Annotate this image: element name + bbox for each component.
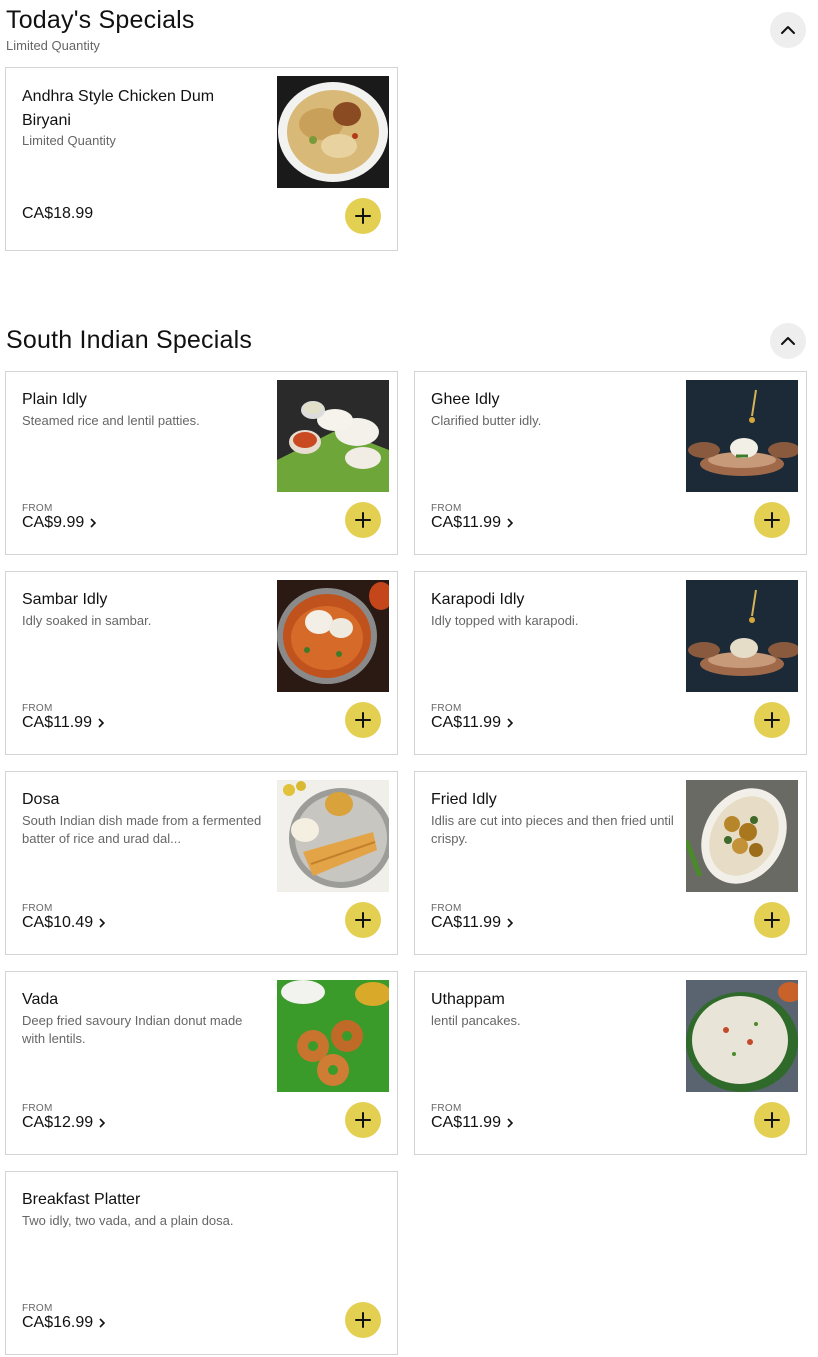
menu-item-card[interactable]: Breakfast Platter Two idly, two vada, an… xyxy=(5,1171,398,1355)
price-from-label: FROM xyxy=(431,1103,462,1114)
item-image xyxy=(277,780,389,892)
menu-item-card[interactable]: Fried Idly Idlis are cut into pieces and… xyxy=(414,771,807,955)
item-name: Fried Idly xyxy=(431,791,497,808)
item-description: Deep fried savoury Indian donut made wit… xyxy=(22,1013,243,1046)
menu-item-card[interactable]: Uthappam lentil pancakes. FROM CA$11.99 xyxy=(414,971,807,1155)
item-price: CA$11.99 xyxy=(431,514,515,532)
collapse-section-button[interactable] xyxy=(770,323,806,359)
chevron-right-icon xyxy=(99,1318,106,1328)
chevron-right-icon xyxy=(507,918,514,928)
section-title: Today's Specials xyxy=(6,6,195,34)
plus-icon xyxy=(764,512,780,528)
add-item-button[interactable] xyxy=(345,502,381,538)
add-item-button[interactable] xyxy=(345,1102,381,1138)
menu-item-card[interactable]: Sambar Idly Idly soaked in sambar. FROM … xyxy=(5,571,398,755)
plus-icon xyxy=(355,712,371,728)
item-image xyxy=(277,380,389,492)
plus-icon xyxy=(355,912,371,928)
item-name: Plain Idly xyxy=(22,391,87,408)
price-from-label: FROM xyxy=(22,903,53,914)
item-name: Sambar Idly xyxy=(22,591,108,608)
plus-icon xyxy=(355,1112,371,1128)
plus-icon xyxy=(764,1112,780,1128)
add-item-button[interactable] xyxy=(345,702,381,738)
chevron-up-icon xyxy=(781,337,795,345)
item-description: Steamed rice and lentil patties. xyxy=(22,413,200,428)
price-from-label: FROM xyxy=(22,503,53,514)
chevron-right-icon xyxy=(507,1118,514,1128)
item-image xyxy=(686,380,798,492)
collapse-section-button[interactable] xyxy=(770,12,806,48)
add-item-button[interactable] xyxy=(754,1102,790,1138)
chevron-right-icon xyxy=(507,518,514,528)
item-image xyxy=(277,980,389,1092)
add-item-button[interactable] xyxy=(345,198,381,234)
price-from-label: FROM xyxy=(431,703,462,714)
item-price: CA$11.99 xyxy=(431,1114,515,1132)
plus-icon xyxy=(355,1312,371,1328)
item-description: Limited Quantity xyxy=(22,133,116,148)
plus-icon xyxy=(355,512,371,528)
section-subtitle: Limited Quantity xyxy=(6,38,100,53)
item-name: Vada xyxy=(22,991,59,1008)
chevron-right-icon xyxy=(98,718,105,728)
item-price: CA$11.99 xyxy=(431,914,515,932)
chevron-right-icon xyxy=(99,918,106,928)
item-description: Idly soaked in sambar. xyxy=(22,613,152,628)
price-from-label: FROM xyxy=(22,1303,53,1314)
item-image xyxy=(277,580,389,692)
chevron-right-icon xyxy=(507,718,514,728)
item-price: CA$12.99 xyxy=(22,1114,107,1132)
item-name: Andhra Style Chicken Dum Biryani xyxy=(22,88,215,129)
item-description: Idlis are cut into pieces and then fried… xyxy=(431,813,674,846)
menu-item-card[interactable]: Vada Deep fried savoury Indian donut mad… xyxy=(5,971,398,1155)
item-name: Dosa xyxy=(22,791,60,808)
item-image xyxy=(686,580,798,692)
menu-item-card[interactable]: Ghee Idly Clarified butter idly. FROM CA… xyxy=(414,371,807,555)
chevron-up-icon xyxy=(781,26,795,34)
item-description: Idly topped with karapodi. xyxy=(431,613,579,628)
item-price: CA$9.99 xyxy=(22,514,98,532)
section-title: South Indian Specials xyxy=(6,326,253,354)
item-description: South Indian dish made from a fermented … xyxy=(22,813,262,846)
plus-icon xyxy=(764,912,780,928)
menu-item-card[interactable]: Plain Idly Steamed rice and lentil patti… xyxy=(5,371,398,555)
item-name: Ghee Idly xyxy=(431,391,500,408)
chevron-right-icon xyxy=(99,1118,106,1128)
item-image xyxy=(686,980,798,1092)
add-item-button[interactable] xyxy=(345,1302,381,1338)
add-item-button[interactable] xyxy=(754,702,790,738)
item-description: lentil pancakes. xyxy=(431,1013,521,1028)
price-from-label: FROM xyxy=(431,503,462,514)
item-description: Clarified butter idly. xyxy=(431,413,542,428)
menu-item-card[interactable]: Andhra Style Chicken Dum Biryani Limited… xyxy=(5,67,398,251)
item-price: CA$16.99 xyxy=(22,1314,107,1332)
price-from-label: FROM xyxy=(431,903,462,914)
item-description: Two idly, two vada, and a plain dosa. xyxy=(22,1213,234,1228)
menu-item-card[interactable]: Karapodi Idly Idly topped with karapodi.… xyxy=(414,571,807,755)
plus-icon xyxy=(355,208,371,224)
item-price: CA$11.99 xyxy=(431,714,515,732)
add-item-button[interactable] xyxy=(754,502,790,538)
item-price: CA$10.49 xyxy=(22,914,107,932)
add-item-button[interactable] xyxy=(754,902,790,938)
item-name: Breakfast Platter xyxy=(22,1191,141,1208)
chevron-right-icon xyxy=(90,518,97,528)
price-from-label: FROM xyxy=(22,703,53,714)
add-item-button[interactable] xyxy=(345,902,381,938)
price-from-label: FROM xyxy=(22,1103,53,1114)
item-image xyxy=(686,780,798,892)
item-price: CA$11.99 xyxy=(22,714,106,732)
item-price: CA$18.99 xyxy=(22,205,94,222)
item-image xyxy=(277,76,389,188)
menu-item-card[interactable]: Dosa South Indian dish made from a ferme… xyxy=(5,771,398,955)
item-name: Uthappam xyxy=(431,991,505,1008)
plus-icon xyxy=(764,712,780,728)
item-name: Karapodi Idly xyxy=(431,591,525,608)
